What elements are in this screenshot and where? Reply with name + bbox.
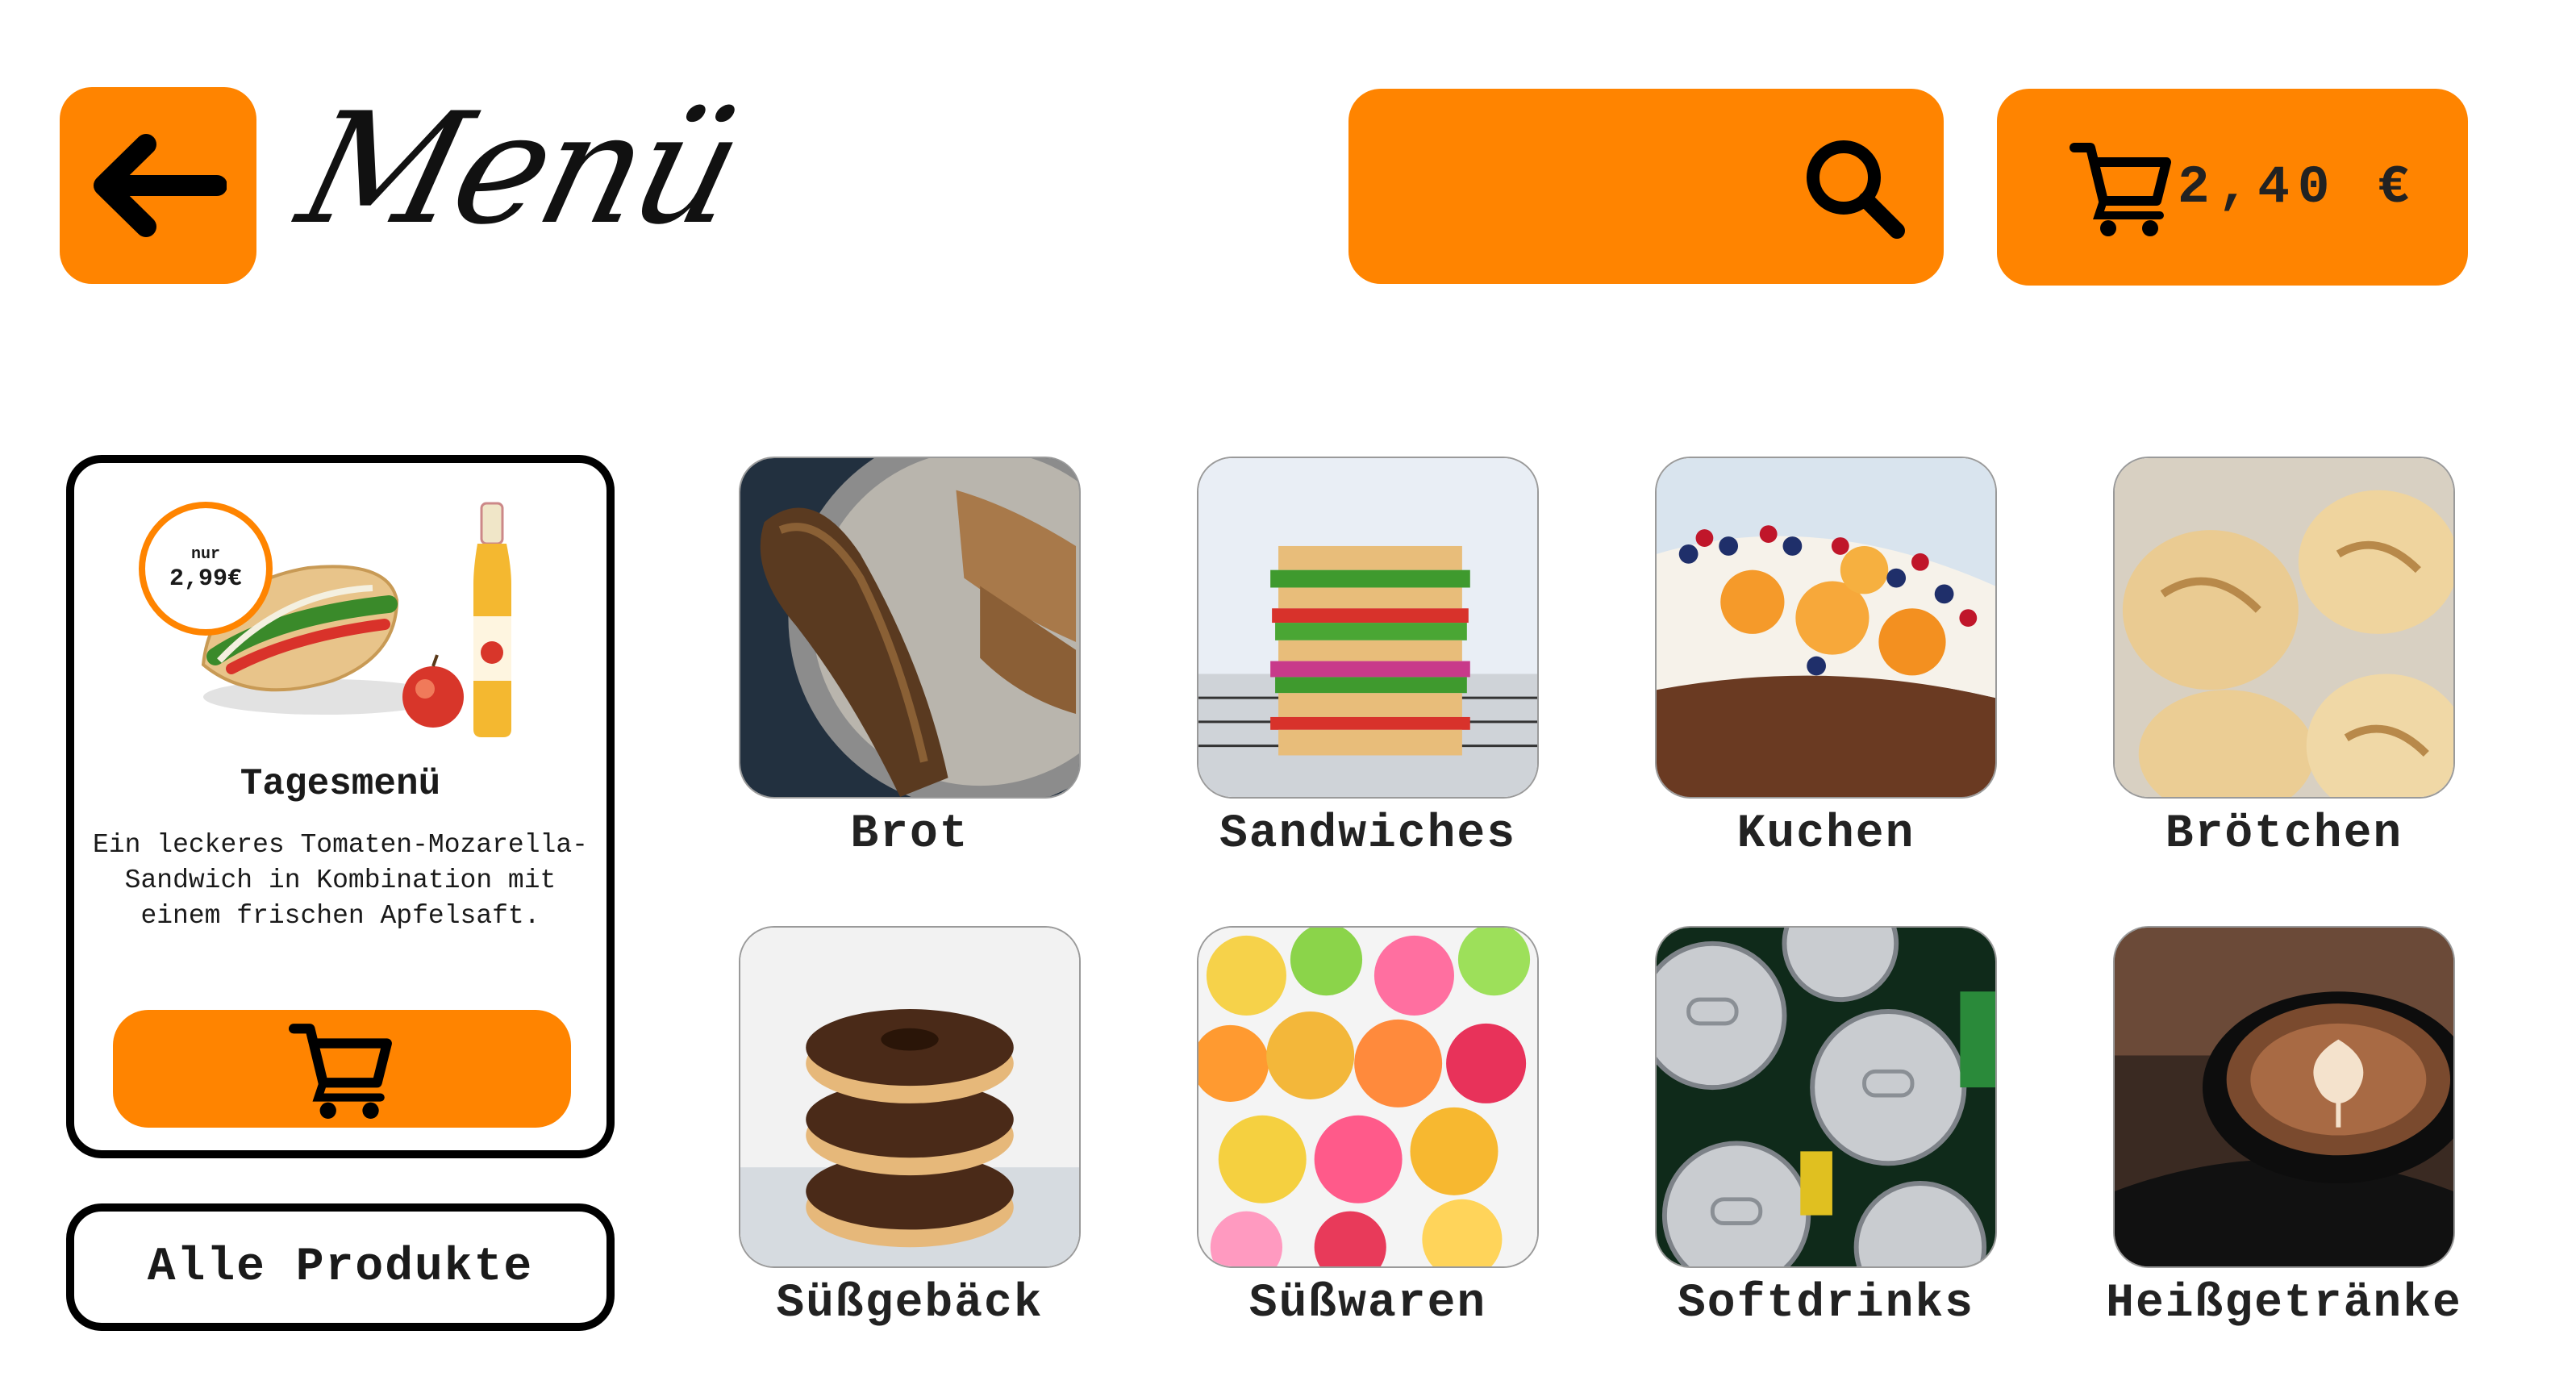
cart-button[interactable]: 2,40 € [1997,89,2468,286]
daily-menu-description: Ein leckeres Tomaten-Mozarella-Sandwich … [93,830,588,931]
category-label: Heißgetränke [2106,1278,2462,1330]
category-label: Brot [850,808,969,861]
broetchen-image[interactable] [2113,457,2455,799]
page-title: Menü [284,80,755,258]
search-icon[interactable] [1800,134,1907,240]
category-brot[interactable]: Brot [739,457,1081,861]
brot-image[interactable] [739,457,1081,799]
category-label: Süßwaren [1248,1278,1487,1330]
search-input[interactable] [1348,89,1944,284]
suessgebaeck-image[interactable] [739,926,1081,1268]
category-kuchen[interactable]: Kuchen [1655,457,1997,861]
category-suessgebaeck[interactable]: Süßgebäck [739,926,1081,1330]
category-suesswaren[interactable]: Süßwaren [1197,926,1539,1330]
category-label: Brötchen [2165,808,2403,861]
price-badge-value: 2,99€ [169,565,242,593]
daily-menu-title: Tagesmenü [240,763,441,805]
price-badge-prefix: nur [190,545,220,564]
category-label: Sandwiches [1219,808,1517,861]
cart-total: 2,40 € [2178,156,2418,218]
all-products-button[interactable]: Alle Produkte [66,1203,615,1331]
category-softdrinks[interactable]: Softdrinks [1655,926,1997,1330]
category-heissgetraenke[interactable]: Heißgetränke [2106,926,2461,1330]
heissgetraenke-image[interactable] [2113,926,2455,1268]
category-broetchen[interactable]: Brötchen [2113,457,2455,861]
daily-menu-card: nur 2,99€ Tagesmenü Ein leckeres Tomaten… [66,455,615,1158]
category-label: Süßgebäck [776,1278,1044,1330]
price-badge: nur 2,99€ [139,502,273,636]
add-daily-menu-to-cart-button[interactable] [113,1010,571,1128]
softdrinks-image[interactable] [1655,926,1997,1268]
back-button[interactable] [60,87,256,284]
arrow-left-icon [94,134,227,237]
category-sandwiches[interactable]: Sandwiches [1197,457,1539,861]
category-label: Softdrinks [1677,1278,1975,1330]
sandwiches-image[interactable] [1197,457,1539,799]
kuchen-image[interactable] [1655,457,1997,799]
cart-icon [289,1024,392,1119]
suesswaren-image[interactable] [1197,926,1539,1268]
category-label: Kuchen [1736,808,1915,861]
cart-icon [2070,143,2171,236]
